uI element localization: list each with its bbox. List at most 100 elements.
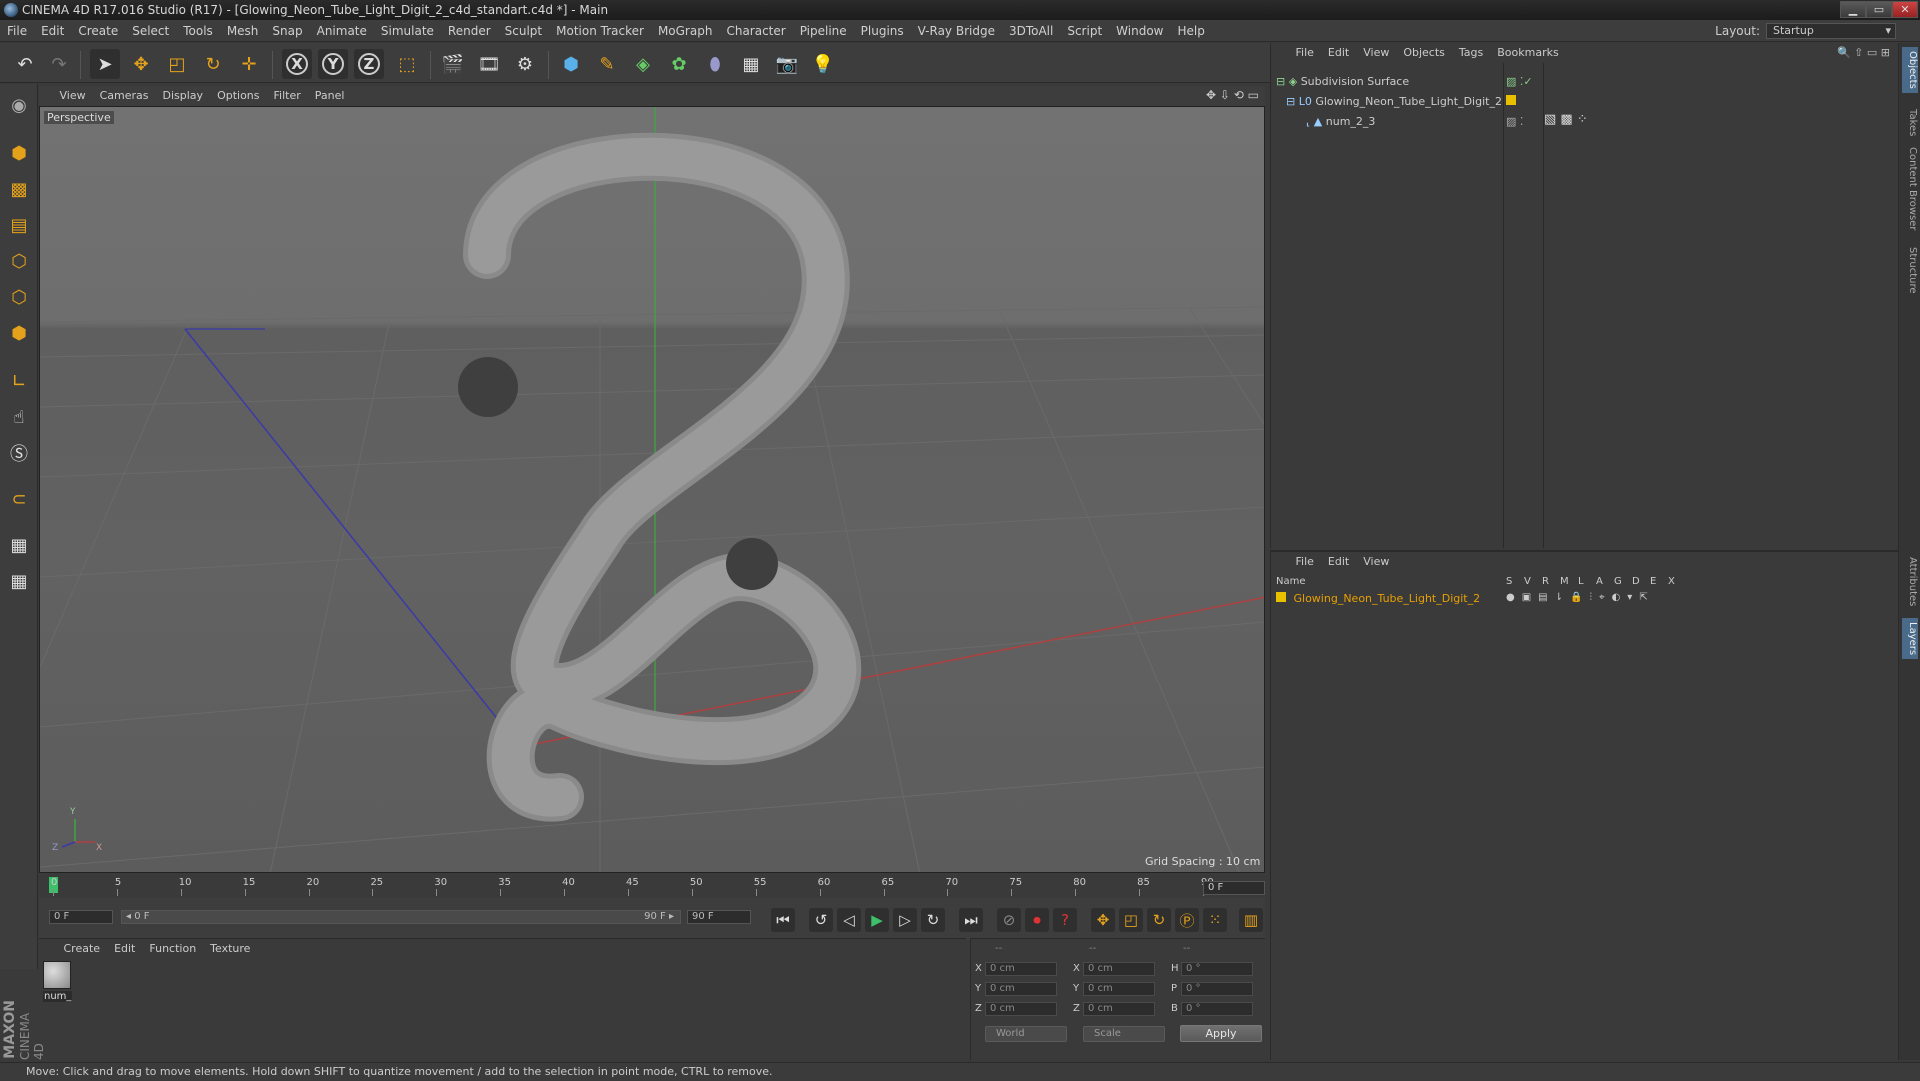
menu-render[interactable]: Render <box>441 20 498 42</box>
floor-scene-icon[interactable]: ▦ <box>736 49 766 79</box>
make-editable-icon[interactable]: ◉ <box>4 90 34 120</box>
size-y-field[interactable]: 0 cm <box>1083 982 1155 996</box>
magnet-icon[interactable]: ⊂ <box>4 484 34 514</box>
snap-icon[interactable]: Ⓢ <box>4 438 34 468</box>
axis-mode-icon[interactable]: ∟ <box>4 366 34 396</box>
viewport-3d[interactable]: Y Z X <box>39 106 1265 873</box>
deformer-icon[interactable]: ⬮ <box>700 49 730 79</box>
layers-menu-view[interactable]: View <box>1356 552 1396 572</box>
position-z-field[interactable]: 0 cm <box>985 1002 1057 1016</box>
viewport-menu-options[interactable]: Options <box>210 86 266 106</box>
current-frame-field[interactable]: 0 F <box>1203 881 1265 895</box>
layer-toggle-icons[interactable]: ●▣▤⇂🔒⫶⌖◐▾⇱ <box>1506 592 1655 603</box>
key-position-icon[interactable]: ✥ <box>1091 908 1115 932</box>
select-arrow-icon[interactable]: ➤ <box>90 49 120 79</box>
material-menu-texture[interactable]: Texture <box>203 939 257 959</box>
object-row-subdivision-surface[interactable]: ⊟ ◈ Subdivision Surface <box>1276 73 1409 91</box>
menu-sculpt[interactable]: Sculpt <box>498 20 549 42</box>
editor-visibility-icon[interactable]: ▨ ⁚ <box>1506 115 1523 128</box>
model-mode-icon[interactable]: ⬢ <box>4 138 34 168</box>
menu-3dtoall[interactable]: 3DToAll <box>1002 20 1060 42</box>
objects-menu-file[interactable]: File <box>1289 43 1321 63</box>
viewport-menu-cameras[interactable]: Cameras <box>93 86 156 106</box>
tab-attributes[interactable]: Attributes <box>1902 553 1918 610</box>
light-bulb-icon[interactable]: 💡 <box>808 49 838 79</box>
tab-layers[interactable]: Layers <box>1902 618 1918 660</box>
rotation-h-field[interactable]: 0 ° <box>1181 962 1253 976</box>
material-menu-create[interactable]: Create <box>57 939 108 959</box>
menu-simulate[interactable]: Simulate <box>374 20 441 42</box>
cube-icon[interactable]: ⬢ <box>556 49 586 79</box>
play-icon[interactable]: ▶ <box>865 908 889 932</box>
layers-menu-edit[interactable]: Edit <box>1321 552 1356 572</box>
menu-script[interactable]: Script <box>1060 20 1109 42</box>
key-scale-icon[interactable]: ◰ <box>1119 908 1143 932</box>
render-view-icon[interactable]: 🎬 <box>438 49 468 79</box>
visibility-check-icon[interactable]: ▨ ⁚✓ <box>1506 75 1533 88</box>
rotation-b-field[interactable]: 0 ° <box>1181 1002 1253 1016</box>
render-picture-viewer-icon[interactable]: 🎞 <box>474 49 504 79</box>
next-key-icon[interactable]: ↻ <box>921 908 945 932</box>
position-x-field[interactable]: 0 cm <box>985 962 1057 976</box>
menu-character[interactable]: Character <box>719 20 792 42</box>
camera-icon[interactable]: 📷 <box>772 49 802 79</box>
size-z-field[interactable]: 0 cm <box>1083 1002 1155 1016</box>
objects-menu-objects[interactable]: Objects <box>1396 43 1452 63</box>
go-to-end-icon[interactable]: ⏭ <box>959 908 983 932</box>
viewport-menu-panel[interactable]: Panel <box>308 86 352 106</box>
tab-objects[interactable]: Objects <box>1902 47 1918 93</box>
menu-motion-tracker[interactable]: Motion Tracker <box>549 20 651 42</box>
render-settings-icon[interactable]: ⚙ <box>510 49 540 79</box>
menu-pipeline[interactable]: Pipeline <box>793 20 854 42</box>
objects-menu-view[interactable]: View <box>1356 43 1396 63</box>
menu-animate[interactable]: Animate <box>310 20 374 42</box>
subdivision-icon[interactable]: ◈ <box>628 49 658 79</box>
viewport-menu-filter[interactable]: Filter <box>267 86 308 106</box>
size-x-field[interactable]: 0 cm <box>1083 962 1155 976</box>
start-frame-field[interactable]: 0 F <box>49 910 113 924</box>
coordinate-system-icon[interactable]: ⬚ <box>392 49 422 79</box>
pen-spline-icon[interactable]: ✎ <box>592 49 622 79</box>
material-menu-function[interactable]: Function <box>142 939 203 959</box>
redo-icon[interactable]: ↷ <box>44 49 74 79</box>
tab-content-browser[interactable]: Content Browser <box>1902 143 1918 234</box>
mograph-cloner-icon[interactable]: ✿ <box>664 49 694 79</box>
layout-dropdown[interactable]: Startup ▾ <box>1766 23 1896 39</box>
previous-frame-icon[interactable]: ◁ <box>837 908 861 932</box>
texture-mode-icon[interactable]: ▩ <box>4 174 34 204</box>
next-frame-icon[interactable]: ▷ <box>893 908 917 932</box>
menu-plugins[interactable]: Plugins <box>854 20 911 42</box>
menu-window[interactable]: Window <box>1109 20 1170 42</box>
scale-icon[interactable]: ◰ <box>162 49 192 79</box>
size-mode-dropdown[interactable]: Scale <box>1083 1026 1165 1042</box>
viewport-navigation-icon[interactable]: ✥ ⇩ ⟲ ▭ <box>1206 88 1259 102</box>
rotate-icon[interactable]: ↻ <box>198 49 228 79</box>
autokey-icon[interactable]: ? <box>1053 908 1077 932</box>
go-to-start-icon[interactable]: ⏮ <box>771 908 795 932</box>
previous-key-icon[interactable]: ↺ <box>809 908 833 932</box>
motion-record-icon[interactable]: ⊘ <box>997 908 1021 932</box>
menu-edit[interactable]: Edit <box>34 20 71 42</box>
menu-select[interactable]: Select <box>125 20 176 42</box>
z-axis-lock-button[interactable]: Z <box>354 49 384 79</box>
end-frame-field[interactable]: 90 F <box>687 910 751 924</box>
material-tag-icon[interactable]: ▧ ▩ ⁘ <box>1544 112 1588 127</box>
workplane-icon[interactable]: ▤ <box>4 210 34 240</box>
menu-tools[interactable]: Tools <box>176 20 220 42</box>
live-selection-icon[interactable]: ✛ <box>234 49 264 79</box>
workplane-lock-icon[interactable]: ▦ <box>4 530 34 560</box>
rotation-p-field[interactable]: 0 ° <box>1181 982 1253 996</box>
viewport-menu-view[interactable]: View <box>53 86 93 106</box>
menu-create[interactable]: Create <box>71 20 125 42</box>
material-thumbnail[interactable] <box>43 961 71 989</box>
menu-mesh[interactable]: Mesh <box>220 20 266 42</box>
menu-file[interactable]: File <box>0 20 34 42</box>
key-pla-icon[interactable]: ⁙ <box>1203 908 1227 932</box>
minimize-button[interactable]: ▁ <box>1840 1 1866 18</box>
polygons-mode-icon[interactable]: ⬢ <box>4 318 34 348</box>
x-axis-lock-button[interactable]: X <box>282 49 312 79</box>
layers-menu-file[interactable]: File <box>1289 552 1321 572</box>
objects-menu-bookmarks[interactable]: Bookmarks <box>1490 43 1565 63</box>
material-menu-edit[interactable]: Edit <box>107 939 142 959</box>
objects-menu-tags[interactable]: Tags <box>1452 43 1490 63</box>
